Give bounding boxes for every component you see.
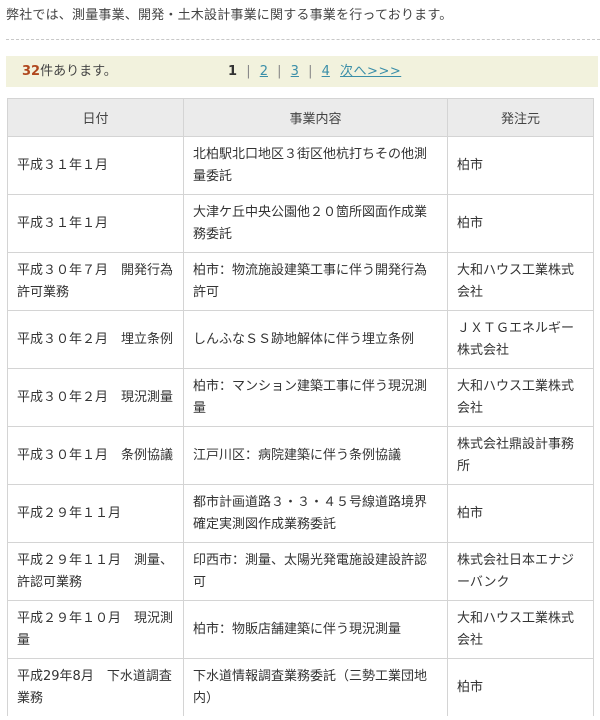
cell-content: 下水道情報調査業務委託（三勢工業団地内）	[183, 658, 448, 716]
cell-date: 平成３０年７月 開発行為許可業務	[7, 252, 184, 311]
result-count: 32件あります。	[22, 56, 117, 87]
cell-date: 平成３１年１月	[7, 194, 184, 253]
page-link-4[interactable]: 4	[322, 64, 330, 79]
table-row: 平成29年8月 下水道調査業務 下水道情報調査業務委託（三勢工業団地内） 柏市	[7, 658, 594, 716]
table-row: 平成３０年１月 条例協議 江戸川区：病院建築に伴う条例協議 株式会社鼎設計事務所	[7, 426, 594, 485]
cell-date: 平成３０年２月 現況測量	[7, 368, 184, 427]
pagination: 1 | 2 | 3 | 4 次へ>>>	[228, 56, 401, 87]
table-header-row: 日付 事業内容 発注元	[7, 98, 594, 137]
cell-content: 柏市：物販店舗建築に伴う現況測量	[183, 600, 448, 659]
cell-content: しんふなＳＳ跡地解体に伴う埋立条例	[183, 310, 448, 369]
cell-content: 北柏駅北口地区３街区他杭打ちその他測量委託	[183, 136, 448, 195]
table-row: 平成３０年２月 埋立条例 しんふなＳＳ跡地解体に伴う埋立条例 ＪＸＴＧエネルギー…	[7, 310, 594, 369]
page-link-3[interactable]: 3	[291, 64, 299, 79]
cell-date: 平成３０年１月 条例協議	[7, 426, 184, 485]
cell-content: 江戸川区：病院建築に伴う条例協議	[183, 426, 448, 485]
table-row: 平成２９年１１月 測量、許認可業務 印西市：測量、太陽光発電施設建設許認可 株式…	[7, 542, 594, 601]
result-bar: 32件あります。 1 | 2 | 3 | 4 次へ>>>	[6, 56, 598, 87]
table-row: 平成３１年１月 北柏駅北口地区３街区他杭打ちその他測量委託 柏市	[7, 136, 594, 195]
result-count-number: 32	[22, 64, 41, 79]
dashed-divider	[6, 39, 600, 40]
page-separator: |	[277, 64, 282, 79]
cell-client: 柏市	[447, 194, 594, 253]
header-date: 日付	[7, 98, 184, 137]
table-row: 平成２９年１０月 現況測量 柏市：物販店舗建築に伴う現況測量 大和ハウス工業株式…	[7, 600, 594, 659]
intro-text: 弊社では、測量事業、開発・土木設計事業に関する事業を行っております。	[6, 8, 453, 23]
cell-client: 株式会社日本エナジーバンク	[447, 542, 594, 601]
table-row: 平成３１年１月 大津ケ丘中央公園他２０箇所図面作成業務委託 柏市	[7, 194, 594, 253]
next-page-link[interactable]: 次へ>>>	[340, 64, 401, 79]
cell-date: 平成２９年１１月 測量、許認可業務	[7, 542, 184, 601]
table-row: 平成３０年７月 開発行為許可業務 柏市：物流施設建築工事に伴う開発行為許可 大和…	[7, 252, 594, 311]
cell-client: 大和ハウス工業株式会社	[447, 252, 594, 311]
cell-client: 株式会社鼎設計事務所	[447, 426, 594, 485]
page-separator: |	[246, 64, 251, 79]
projects-table: 日付 事業内容 発注元 平成３１年１月 北柏駅北口地区３街区他杭打ちその他測量委…	[7, 98, 594, 716]
header-content: 事業内容	[183, 98, 448, 137]
cell-client: 大和ハウス工業株式会社	[447, 368, 594, 427]
cell-date: 平成３０年２月 埋立条例	[7, 310, 184, 369]
cell-content: 都市計画道路３・３・４５号線道路境界確定実測図作成業務委託	[183, 484, 448, 543]
cell-content: 印西市：測量、太陽光発電施設建設許認可	[183, 542, 448, 601]
page-current: 1	[228, 64, 238, 79]
cell-date: 平成29年8月 下水道調査業務	[7, 658, 184, 716]
table-row: 平成２９年１１月 都市計画道路３・３・４５号線道路境界確定実測図作成業務委託 柏…	[7, 484, 594, 543]
cell-client: 柏市	[447, 484, 594, 543]
page-link-2[interactable]: 2	[260, 64, 268, 79]
cell-date: 平成２９年１１月	[7, 484, 184, 543]
cell-client: 大和ハウス工業株式会社	[447, 600, 594, 659]
cell-client: 柏市	[447, 658, 594, 716]
cell-content: 大津ケ丘中央公園他２０箇所図面作成業務委託	[183, 194, 448, 253]
header-client: 発注元	[447, 98, 594, 137]
cell-date: 平成２９年１０月 現況測量	[7, 600, 184, 659]
cell-content: 柏市：マンション建築工事に伴う現況測量	[183, 368, 448, 427]
cell-client: 柏市	[447, 136, 594, 195]
page: 弊社では、測量事業、開発・土木設計事業に関する事業を行っております。 32件あり…	[0, 0, 600, 720]
page-separator: |	[308, 64, 313, 79]
table-row: 平成３０年２月 現況測量 柏市：マンション建築工事に伴う現況測量 大和ハウス工業…	[7, 368, 594, 427]
cell-date: 平成３１年１月	[7, 136, 184, 195]
cell-client: ＪＸＴＧエネルギー株式会社	[447, 310, 594, 369]
cell-content: 柏市：物流施設建築工事に伴う開発行為許可	[183, 252, 448, 311]
result-count-suffix: 件あります。	[40, 64, 117, 79]
